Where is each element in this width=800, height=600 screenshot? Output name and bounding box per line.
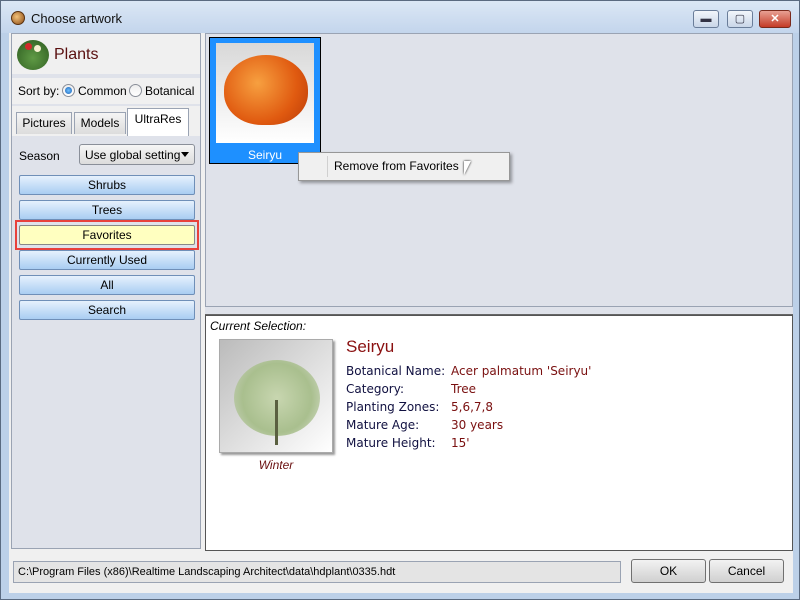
choose-artwork-window: Choose artwork ▬ ▢ ✕ Plants Sort by: Com… xyxy=(0,0,800,600)
dialog-client: Plants Sort by: Common Botanical Picture… xyxy=(9,33,793,593)
cancel-button[interactable]: Cancel xyxy=(709,559,784,583)
radio-common[interactable] xyxy=(62,84,75,97)
splitter-handle[interactable] xyxy=(205,307,793,315)
sidebar: Plants Sort by: Common Botanical Picture… xyxy=(11,33,201,549)
favorites-button[interactable]: Favorites xyxy=(19,225,195,245)
app-icon xyxy=(11,11,25,25)
property-key: Planting Zones: xyxy=(346,400,440,414)
sort-by-group: Sort by: Common Botanical xyxy=(12,78,200,104)
mouse-cursor-icon xyxy=(464,161,471,175)
menu-item-remove-from-favorites[interactable]: Remove from Favorites xyxy=(334,159,459,173)
property-value: Tree xyxy=(451,382,477,396)
property-value: 5,6,7,8 xyxy=(451,400,493,414)
tab-models[interactable]: Models xyxy=(74,112,126,134)
thumbnail-seiryu[interactable]: Seiryu xyxy=(209,37,321,164)
chevron-down-icon xyxy=(181,152,189,157)
season-value: Use global setting xyxy=(85,148,181,162)
title-bar: Choose artwork ▬ ▢ ✕ xyxy=(1,1,799,33)
currently-used-button[interactable]: Currently Used xyxy=(19,250,195,270)
plant-name: Seiryu xyxy=(346,337,395,356)
thumbnail-image xyxy=(216,43,314,143)
window-title: Choose artwork xyxy=(31,11,123,26)
property-value: 30 years xyxy=(451,418,504,432)
detail-image xyxy=(219,339,333,453)
minimize-button[interactable]: ▬ xyxy=(693,10,719,28)
file-path-field: C:\Program Files (x86)\Realtime Landscap… xyxy=(13,561,621,583)
radio-botanical[interactable] xyxy=(129,84,142,97)
season-label: Season xyxy=(19,149,60,163)
plants-logo-icon xyxy=(17,40,49,70)
all-button[interactable]: All xyxy=(19,275,195,295)
sort-by-label: Sort by: xyxy=(18,84,60,98)
season-dropdown[interactable]: Use global setting xyxy=(79,144,195,165)
tree-trunk xyxy=(275,400,278,445)
property-value: 15' xyxy=(451,436,470,450)
menu-divider xyxy=(327,156,328,177)
ok-button[interactable]: OK xyxy=(631,559,706,583)
property-key: Mature Age: xyxy=(346,418,420,432)
close-button[interactable]: ✕ xyxy=(759,10,791,28)
tab-pictures[interactable]: Pictures xyxy=(16,112,72,134)
property-key: Category: xyxy=(346,382,404,396)
property-value: Acer palmatum 'Seiryu' xyxy=(451,364,592,378)
radio-botanical-label[interactable]: Botanical xyxy=(145,84,194,98)
tab-bar: Pictures Models UltraRes xyxy=(12,106,200,136)
current-selection-label: Current Selection: xyxy=(210,319,307,333)
property-key: Botanical Name: xyxy=(346,364,446,378)
image-caption: Winter xyxy=(258,458,294,472)
property-key: Mature Height: xyxy=(346,436,436,450)
shrubs-button[interactable]: Shrubs xyxy=(19,175,195,195)
search-button[interactable]: Search xyxy=(19,300,195,320)
trees-button[interactable]: Trees xyxy=(19,200,195,220)
detail-panel: Current Selection: Winter Seiryu Botanic… xyxy=(205,315,793,551)
maximize-button[interactable]: ▢ xyxy=(727,10,753,28)
radio-common-label[interactable]: Common xyxy=(78,84,127,98)
context-menu: Remove from Favorites xyxy=(298,152,510,181)
shrub-image xyxy=(224,55,308,125)
sidebar-header: Plants xyxy=(12,34,200,74)
tab-ultrares[interactable]: UltraRes xyxy=(127,108,189,136)
sidebar-title: Plants xyxy=(54,46,99,63)
